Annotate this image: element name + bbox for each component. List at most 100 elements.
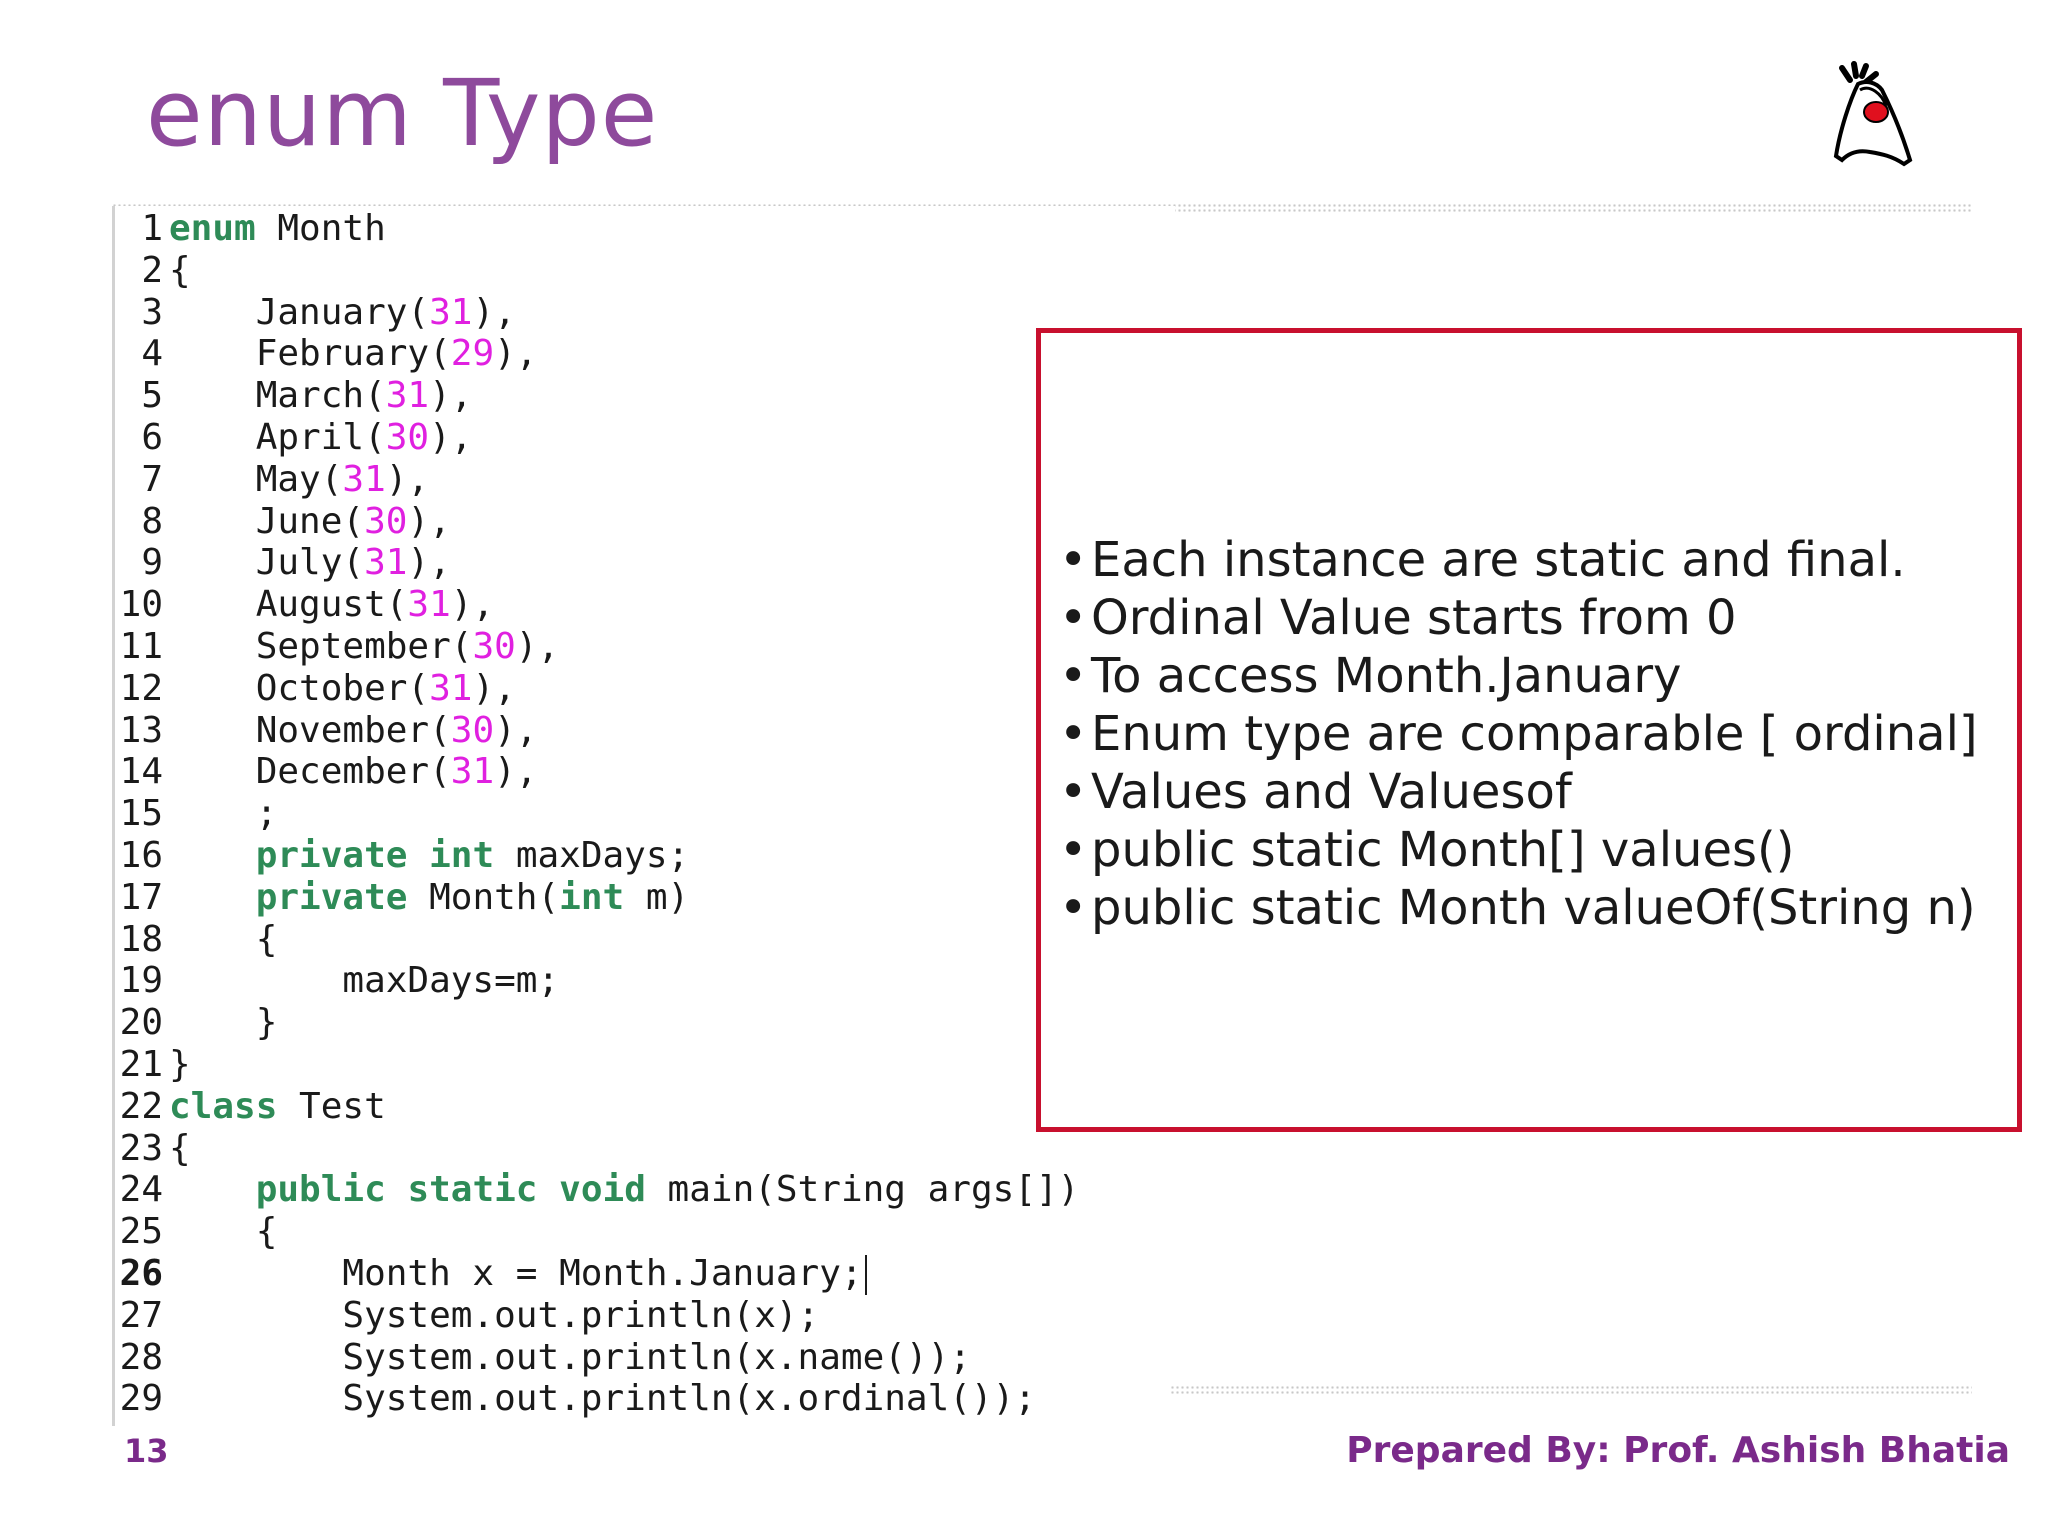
- code-text: August(31),: [169, 584, 494, 626]
- line-number: 10: [119, 584, 163, 626]
- code-line: 28 System.out.println(x.name());: [115, 1337, 1175, 1379]
- slide-title: enum Type: [146, 60, 659, 167]
- note-item: •public static Month[] values(): [1059, 821, 1978, 879]
- code-token: {: [169, 249, 191, 291]
- code-keyword: enum: [169, 208, 256, 249]
- code-token: System.out.println(x.name());: [169, 1336, 971, 1378]
- code-token: ),: [407, 500, 451, 542]
- line-number: 22: [119, 1085, 163, 1127]
- code-text: maxDays=m;: [169, 960, 559, 1002]
- code-token: March(: [169, 375, 386, 417]
- code-token: ),: [407, 542, 451, 584]
- code-line: 21}: [115, 1044, 1175, 1086]
- note-item: •Ordinal Value starts from 0: [1059, 589, 1978, 647]
- note-item: •Enum type are comparable [ ordinal]: [1059, 705, 1978, 763]
- code-token: Month(: [407, 876, 560, 918]
- code-token: ),: [515, 626, 560, 667]
- code-line: 26 Month x = Month.January;: [115, 1253, 1175, 1295]
- code-token: ),: [429, 375, 473, 417]
- bottom-divider: [1170, 1385, 1972, 1395]
- line-number: 15: [119, 793, 163, 835]
- line-number: 14: [119, 751, 163, 793]
- note-text: Values and Valuesof: [1091, 764, 1572, 820]
- bullet-icon: •: [1059, 590, 1088, 646]
- bullet-icon: •: [1059, 648, 1088, 704]
- code-text: February(29),: [169, 333, 538, 375]
- code-text: March(31),: [169, 375, 473, 417]
- code-line: 5 March(31),: [115, 375, 1175, 417]
- code-token: main(String args[]): [645, 1169, 1080, 1211]
- note-text: Each instance are static and final.: [1091, 532, 1906, 588]
- code-number: 31: [429, 667, 473, 709]
- code-text: September(30),: [169, 626, 559, 668]
- code-text: private Month(int m): [169, 876, 690, 919]
- code-token: ),: [450, 584, 495, 626]
- code-text: {: [169, 918, 278, 961]
- code-line: 15 ;: [115, 793, 1175, 835]
- code-number: 30: [385, 417, 430, 458]
- code-text: May(31),: [169, 459, 429, 501]
- code-line: 25 {: [115, 1211, 1175, 1253]
- code-line: 20 }: [115, 1002, 1175, 1044]
- code-text: November(30),: [169, 709, 538, 752]
- code-keyword: private: [255, 876, 408, 918]
- code-token: ),: [472, 291, 516, 333]
- line-number: 16: [119, 835, 163, 876]
- code-token: }: [169, 1044, 191, 1085]
- code-token: ),: [494, 709, 538, 751]
- note-text: To access Month.January: [1091, 648, 1682, 704]
- note-text: Enum type are comparable [ ordinal]: [1091, 706, 1978, 762]
- code-text: December(31),: [169, 751, 538, 793]
- code-token: maxDays=m;: [169, 960, 560, 1002]
- code-number: 31: [407, 584, 451, 626]
- note-text: public static Month[] values(): [1091, 822, 1795, 878]
- line-number: 5: [141, 375, 163, 417]
- text-cursor: [864, 1255, 867, 1295]
- code-keyword: class: [169, 1085, 278, 1127]
- code-line: 6 April(30),: [115, 417, 1175, 459]
- code-line: 16 private int maxDays;: [115, 835, 1175, 877]
- code-text: June(30),: [169, 501, 451, 543]
- code-text: {: [169, 1128, 191, 1170]
- bullet-icon: •: [1059, 532, 1088, 588]
- code-token: May(: [169, 458, 343, 500]
- code-token: {: [169, 918, 278, 960]
- code-token: Test: [277, 1085, 386, 1127]
- code-text: July(31),: [169, 542, 451, 584]
- line-number: 28: [119, 1336, 163, 1378]
- code-token: ),: [472, 667, 516, 709]
- code-number: 30: [364, 500, 408, 542]
- line-number: 18: [119, 918, 163, 960]
- line-number: 11: [119, 626, 163, 667]
- code-text: April(30),: [169, 417, 473, 459]
- code-keyword: private: [255, 835, 408, 876]
- code-text: public static void main(String args[]): [169, 1169, 1080, 1211]
- code-line: 4 February(29),: [115, 333, 1175, 375]
- code-line: 14 December(31),: [115, 751, 1175, 793]
- code-line: 1 enum Month: [115, 208, 1175, 250]
- code-text: System.out.println(x.ordinal());: [169, 1378, 1036, 1420]
- code-number: 30: [450, 709, 495, 751]
- code-number: 31: [385, 375, 430, 417]
- line-number: 7: [141, 458, 163, 500]
- code-token: ),: [494, 333, 538, 375]
- code-token: February(: [169, 333, 451, 375]
- code-token: June(: [169, 500, 365, 542]
- line-number: 24: [119, 1169, 163, 1211]
- java-duke-icon: [1833, 61, 1913, 167]
- code-token: September(: [169, 626, 473, 667]
- code-text: System.out.println(x);: [169, 1295, 819, 1337]
- line-number: 8: [141, 500, 163, 542]
- code-line: 13 November(30),: [115, 710, 1175, 752]
- line-number: 13: [119, 709, 163, 751]
- code-keyword: int: [559, 876, 625, 918]
- notes-box: •Each instance are static and final. •Ord…: [1036, 328, 2022, 1132]
- note-item: •Each instance are static and final.: [1059, 531, 1978, 589]
- code-token: Month: [255, 208, 386, 249]
- code-text: January(31),: [169, 292, 516, 334]
- code-token: January(: [169, 291, 430, 333]
- code-line: 10 August(31),: [115, 584, 1175, 626]
- code-text: {: [169, 250, 191, 292]
- code-token: System.out.println(x);: [169, 1294, 820, 1336]
